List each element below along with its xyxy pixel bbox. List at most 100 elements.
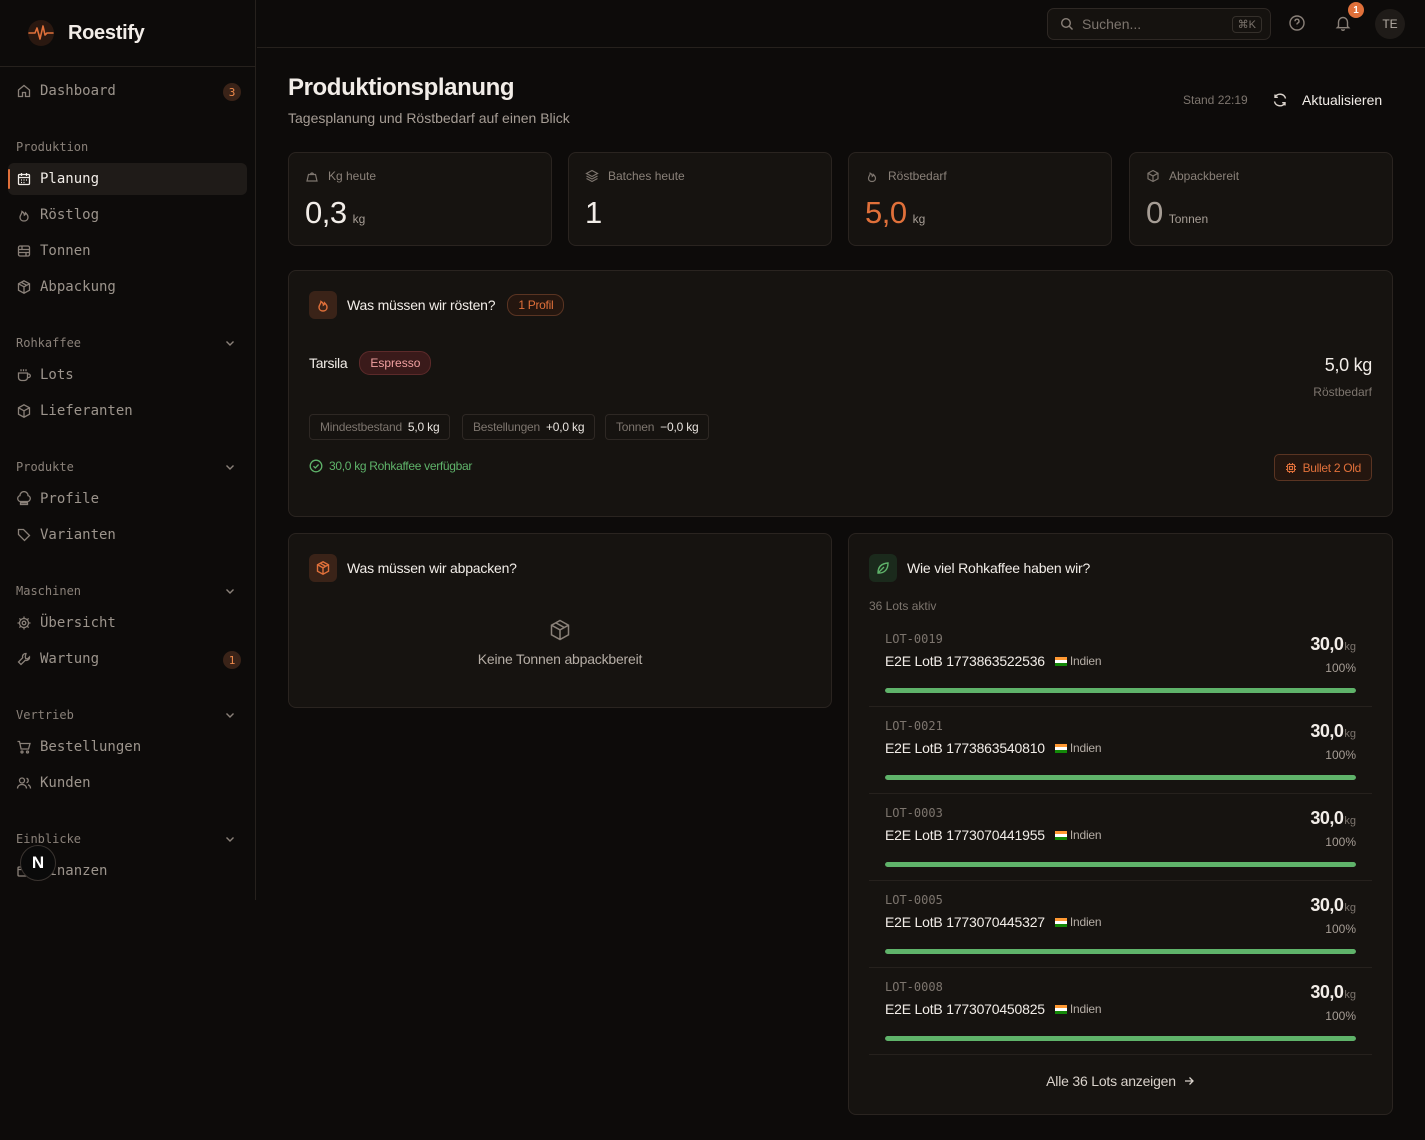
flame-icon <box>865 169 879 183</box>
lot-weight: 30,0 kg <box>1310 982 1356 1003</box>
lot-row[interactable]: LOT-0003 E2E LotB 1773070441955 Indien 30,0… <box>869 794 1372 881</box>
section-maschinen[interactable]: Maschinen <box>16 584 239 598</box>
sidebar-item-lots[interactable]: Lots <box>8 359 247 391</box>
chip-label: Tonnen <box>616 420 655 434</box>
last-updated: Stand 22:19 <box>1183 93 1248 107</box>
chip-label: Bestellungen <box>473 420 540 434</box>
sidebar-item-profile[interactable]: Profile <box>8 483 247 515</box>
lot-row[interactable]: LOT-0019 E2E LotB 1773863522536 Indien 30,0… <box>869 620 1372 707</box>
kpi-unit: Tonnen <box>1168 212 1209 226</box>
section-vertrieb[interactable]: Vertrieb <box>16 708 239 722</box>
lot-row[interactable]: LOT-0005 E2E LotB 1773070445327 Indien 30,0… <box>869 881 1372 968</box>
card-title: Was müssen wir abpacken? <box>347 560 517 576</box>
section-einblicke[interactable]: Einblicke <box>16 832 239 846</box>
lot-origin: Indien <box>1069 1002 1102 1016</box>
lot-name-line: E2E LotB 1773070441955 Indien <box>885 827 1102 843</box>
flame-icon <box>309 291 337 319</box>
sidebar-item-varianten[interactable]: Varianten <box>8 519 247 551</box>
roast-amount-label: Röstbedarf <box>1313 385 1372 399</box>
india-flag-icon <box>1054 1004 1067 1014</box>
home-icon <box>16 83 32 99</box>
chevron-down-icon <box>223 460 237 474</box>
sidebar-item-wartung[interactable]: Wartung 1 <box>8 643 247 675</box>
lot-progress-fill <box>885 949 1356 954</box>
sidebar-item-label: Röstlog <box>40 207 100 223</box>
kpi-value: 0,3 <box>305 195 347 230</box>
bell-icon[interactable] <box>1334 14 1352 32</box>
kpi-label: Batches heute <box>608 169 685 183</box>
help-icon[interactable] <box>1288 14 1306 32</box>
roast-amount: 5,0 kg <box>1324 355 1373 375</box>
section-rohkaffee[interactable]: Rohkaffee <box>16 336 239 350</box>
packing-card: Was müssen wir abpacken? Keine Tonnen ab… <box>288 533 832 708</box>
availability-text: 30,0 kg Rohkaffee verfügbar <box>329 459 473 473</box>
sidebar-item-lieferanten[interactable]: Lieferanten <box>8 395 247 427</box>
machine-button[interactable]: Bullet 2 Old <box>1273 454 1372 481</box>
section-produkte[interactable]: Produkte <box>16 460 239 474</box>
brand[interactable]: Roestify <box>0 0 255 67</box>
cpu-icon <box>1285 462 1297 474</box>
search-input[interactable]: Suchen... ⌘K <box>1047 8 1271 40</box>
lot-row[interactable]: LOT-0021 E2E LotB 1773863540810 Indien 30,0… <box>869 707 1372 794</box>
roast-demand-card: Was müssen wir rösten? 1 Profil Tarsila … <box>288 270 1393 517</box>
lot-name: E2E LotB 1773863540810 <box>885 740 1045 756</box>
sidebar-item-label: Lieferanten <box>40 403 133 419</box>
pulse-logo-icon <box>26 18 56 48</box>
sidebar-item-dashboard[interactable]: Dashboard 3 <box>8 75 247 107</box>
refresh-button[interactable]: Aktualisieren <box>1264 84 1392 116</box>
section-label: Maschinen <box>16 584 82 598</box>
profile-name[interactable]: Tarsila <box>309 355 348 371</box>
chef-hat-icon <box>16 491 32 507</box>
avatar[interactable]: TE <box>1375 9 1405 39</box>
nextjs-dev-badge[interactable]: N <box>20 845 56 881</box>
kpi-unit: kg <box>352 212 366 226</box>
section-label: Produkte <box>16 460 74 474</box>
empty-state-text: Keine Tonnen abpackbereit <box>477 651 643 667</box>
lot-kg-value: 30,0 <box>1310 808 1344 828</box>
lot-row[interactable]: LOT-0008 E2E LotB 1773070450825 Indien 30,0… <box>869 968 1372 1055</box>
lot-kg-unit: kg <box>1344 815 1356 827</box>
lot-name: E2E LotB 1773863522536 <box>885 653 1045 669</box>
chip-minimum-stock: Mindestbestand 5,0 kg <box>309 414 451 440</box>
coffee-cup-icon <box>16 367 32 383</box>
app-name: Roestify <box>68 21 145 44</box>
chip-value: −0,0 kg <box>660 420 699 434</box>
chevron-down-icon <box>223 584 237 598</box>
sidebar-item-planung[interactable]: Planung <box>8 163 247 195</box>
sidebar-item-roestlog[interactable]: Röstlog <box>8 199 247 231</box>
sidebar-item-uebersicht[interactable]: Übersicht <box>8 607 247 639</box>
wrench-icon <box>16 651 32 667</box>
lot-kg-unit: kg <box>1344 728 1356 740</box>
lot-kg-unit: kg <box>1344 989 1356 1001</box>
barrel-icon <box>16 243 32 259</box>
lot-name-line: E2E LotB 1773070450825 Indien <box>885 1001 1102 1017</box>
sidebar-item-abpackung[interactable]: Abpackung <box>8 271 247 303</box>
page-subtitle: Tagesplanung und Röstbedarf auf einen Bl… <box>288 110 570 126</box>
sidebar: Roestify Dashboard 3 Produktion Planung … <box>0 0 256 900</box>
cart-icon <box>16 739 32 755</box>
kpi-card-ready-to-pack: Abpackbereit 0 Tonnen <box>1129 152 1393 246</box>
sidebar-item-tonnen[interactable]: Tonnen <box>8 235 247 267</box>
calendar-icon <box>16 171 32 187</box>
section-label: Rohkaffee <box>16 336 82 350</box>
chip-value: +0,0 kg <box>546 420 585 434</box>
sidebar-item-bestellungen[interactable]: Bestellungen <box>8 731 247 763</box>
show-all-lots-link[interactable]: Alle 36 Lots anzeigen <box>849 1073 1392 1089</box>
package-icon <box>16 279 32 295</box>
lot-origin: Indien <box>1069 741 1102 755</box>
sidebar-item-kunden[interactable]: Kunden <box>8 767 247 799</box>
india-flag-icon <box>1054 830 1067 840</box>
search-placeholder: Suchen... <box>1082 16 1142 32</box>
chevron-down-icon <box>223 336 237 350</box>
chevron-down-icon <box>223 708 237 722</box>
lot-code: LOT-0003 <box>885 806 943 820</box>
arrow-right-icon <box>1183 1075 1195 1087</box>
lot-origin: Indien <box>1069 654 1102 668</box>
sidebar-item-label: Tonnen <box>40 243 91 259</box>
flame-icon <box>16 207 32 223</box>
card-title: Was müssen wir rösten? <box>347 297 496 313</box>
box-icon <box>16 403 32 419</box>
show-all-label: Alle 36 Lots anzeigen <box>1046 1073 1176 1089</box>
cog-icon <box>16 615 32 631</box>
lot-origin: Indien <box>1069 915 1102 929</box>
